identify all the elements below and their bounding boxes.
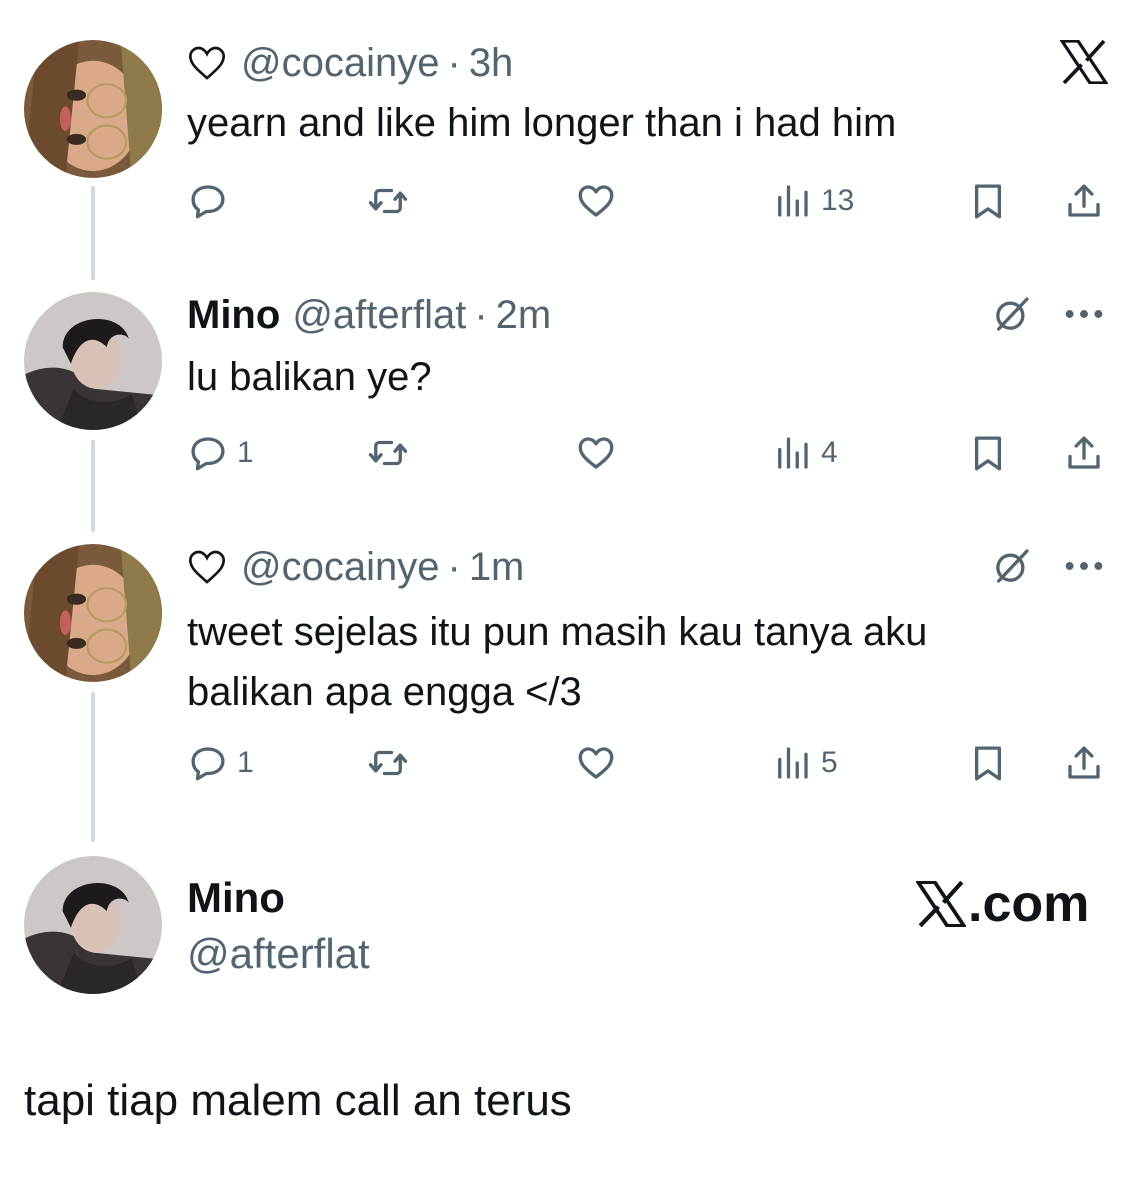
views-icon	[778, 185, 808, 217]
thread-line	[91, 440, 95, 532]
retweet-icon	[368, 440, 408, 466]
views-count: 13	[821, 184, 855, 217]
bookmark-button[interactable]	[967, 176, 1009, 226]
heart-icon	[578, 437, 614, 469]
bookmark-button[interactable]	[967, 428, 1009, 478]
like-button[interactable]	[575, 738, 617, 788]
reply-count: 1	[237, 746, 254, 779]
heart-icon	[578, 185, 614, 217]
share-button[interactable]	[1063, 428, 1105, 478]
bookmark-icon	[974, 184, 1002, 219]
x-com-text: .com	[968, 875, 1090, 933]
tweet-text: tweet sejelas itu pun masih kau tanya ak…	[187, 602, 927, 722]
x-logo-icon	[916, 881, 966, 927]
more-options-icon[interactable]	[1060, 548, 1108, 584]
x-logo-icon[interactable]	[1060, 40, 1108, 84]
tweet-actions: 13	[187, 176, 1109, 226]
views-count: 5	[821, 746, 838, 779]
tweet-text-line: lu balikan ye?	[187, 355, 432, 399]
reply-button[interactable]: 1	[187, 738, 254, 788]
tweet-author-name[interactable]: Mino	[187, 293, 280, 338]
separator-dot: ·	[447, 544, 461, 589]
heart-icon	[578, 747, 614, 779]
tweet-handle[interactable]: @cocainye	[241, 545, 439, 590]
grok-icon[interactable]	[990, 292, 1034, 336]
tweet-text: yearn and like him longer than i had him	[187, 96, 896, 150]
views-button[interactable]: 4	[771, 428, 838, 478]
tweet-actions: 1 4	[187, 428, 1109, 478]
separator-dot: ·	[447, 40, 461, 85]
tweet-header: @cocainye · 1m	[187, 542, 524, 592]
views-button[interactable]: 13	[771, 176, 854, 226]
reply-button[interactable]	[187, 176, 237, 226]
tweet-time[interactable]: 3h	[469, 41, 514, 86]
share-icon	[1068, 746, 1100, 779]
bookmark-icon	[974, 436, 1002, 471]
share-button[interactable]	[1063, 738, 1105, 788]
share-icon	[1068, 184, 1100, 217]
views-icon	[778, 437, 808, 469]
profile-handle[interactable]: @afterflat	[187, 930, 370, 978]
heart-emoji-icon	[188, 550, 226, 584]
heart-emoji-icon	[188, 46, 226, 80]
tweet-text: lu balikan ye?	[187, 350, 432, 404]
profile-name[interactable]: Mino	[187, 874, 285, 922]
avatar-afterflat[interactable]	[24, 856, 162, 994]
avatar-cocainye[interactable]	[24, 40, 162, 178]
tweet-text-line: balikan apa engga </3	[187, 670, 582, 714]
avatar-afterflat[interactable]	[24, 292, 162, 430]
tweet-actions: 1 5	[187, 738, 1109, 788]
like-button[interactable]	[575, 428, 617, 478]
more-options-icon[interactable]	[1060, 296, 1108, 332]
bookmark-button[interactable]	[967, 738, 1009, 788]
tweet-time[interactable]: 1m	[469, 545, 525, 590]
views-count: 4	[821, 436, 838, 469]
reply-button[interactable]: 1	[187, 428, 254, 478]
tweet-header: Mino @afterflat · 2m	[187, 290, 551, 340]
share-icon	[1068, 436, 1100, 469]
grok-icon[interactable]	[990, 544, 1034, 588]
tweet-time[interactable]: 2m	[496, 293, 552, 338]
reply-icon	[191, 747, 225, 781]
caption-text: tapi tiap malem call an terus	[24, 1076, 572, 1125]
avatar-cocainye[interactable]	[24, 544, 162, 682]
tweet-text-line: yearn and like him longer than i had him	[187, 101, 897, 145]
views-button[interactable]: 5	[771, 738, 838, 788]
retweet-icon	[368, 750, 408, 776]
thread-line	[91, 186, 95, 280]
tweet-handle[interactable]: @afterflat	[292, 293, 466, 338]
x-com-watermark: .com	[916, 874, 1089, 934]
retweet-button[interactable]	[367, 428, 409, 478]
thread-line	[91, 692, 95, 842]
separator-dot: ·	[474, 292, 488, 337]
share-button[interactable]	[1063, 176, 1105, 226]
retweet-button[interactable]	[367, 738, 409, 788]
reply-count: 1	[237, 436, 254, 469]
like-button[interactable]	[575, 176, 617, 226]
reply-icon	[191, 437, 225, 471]
tweet-header: @cocainye · 3h	[187, 38, 513, 88]
retweet-button[interactable]	[367, 176, 409, 226]
bookmark-icon	[974, 746, 1002, 781]
tweet-handle[interactable]: @cocainye	[241, 41, 439, 86]
retweet-icon	[368, 188, 408, 214]
reply-icon	[191, 185, 225, 219]
tweet-text-line: tweet sejelas itu pun masih kau tanya ak…	[187, 610, 928, 654]
views-icon	[778, 747, 808, 779]
